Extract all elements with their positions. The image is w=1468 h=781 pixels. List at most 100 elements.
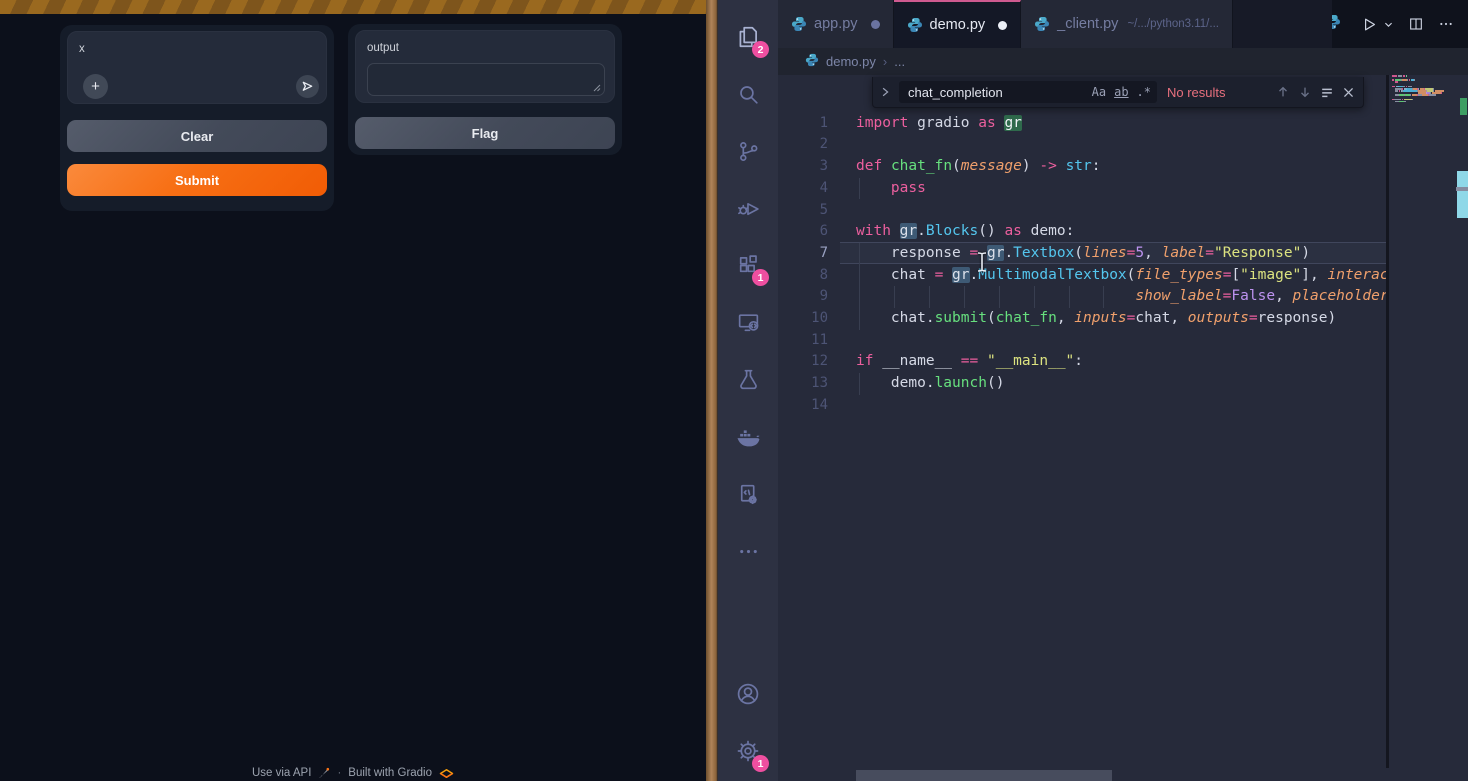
modified-dot-icon[interactable]: [871, 20, 880, 29]
minimap-line: [1392, 81, 1398, 83]
minimap-border: [1386, 75, 1389, 768]
split-editor-button[interactable]: [1408, 16, 1424, 32]
remote-explorer-icon: [736, 310, 761, 335]
tab-app.py[interactable]: app.py: [778, 0, 894, 48]
activity-item-docker[interactable]: [724, 413, 772, 461]
activity-item-files[interactable]: 2: [724, 13, 772, 61]
activity-bar: 2 1 1: [718, 0, 778, 781]
code-line[interactable]: response = gr.Textbox(lines=5, label="Re…: [856, 243, 1310, 265]
line-number: 4: [778, 178, 828, 200]
line-number: 5: [778, 200, 828, 222]
line-number: 14: [778, 395, 828, 417]
line-number: 2: [778, 134, 828, 156]
python-file-icon: [805, 53, 819, 70]
minimap[interactable]: [1390, 75, 1456, 768]
flag-button[interactable]: Flag: [355, 117, 615, 149]
breadcrumb-file[interactable]: demo.py: [826, 54, 876, 69]
clear-button[interactable]: Clear: [67, 120, 327, 152]
activity-item-search[interactable]: [724, 70, 772, 118]
line-number: 3: [778, 156, 828, 178]
find-input[interactable]: chat_completion Aa ab .*: [899, 81, 1157, 103]
chevron-down-icon: [1383, 19, 1394, 30]
resize-handle-icon[interactable]: [593, 84, 601, 92]
find-results-status: No results: [1167, 85, 1226, 100]
window-divider: [706, 0, 718, 781]
activity-item-source-control[interactable]: [724, 127, 772, 175]
badge: 2: [752, 41, 769, 58]
breadcrumb[interactable]: demo.py › ...: [778, 48, 1468, 75]
built-with-gradio-link[interactable]: Built with Gradio: [348, 767, 432, 779]
gradio-app-pane: x + Clear Submit output Flag Use via API…: [0, 0, 706, 781]
account-icon: [735, 681, 761, 707]
more-icon: [736, 539, 761, 564]
whole-word-toggle[interactable]: ab: [1114, 85, 1128, 99]
runner-settings-icon: [736, 482, 761, 507]
multimodal-textbox[interactable]: x +: [67, 31, 327, 104]
send-button[interactable]: [296, 75, 319, 98]
output-box: output: [355, 30, 615, 103]
find-next-button[interactable]: [1298, 85, 1312, 99]
testing-beaker-icon: [736, 367, 761, 392]
code-line[interactable]: with gr.Blocks() as demo:: [856, 221, 1074, 243]
attach-file-button[interactable]: +: [83, 74, 108, 99]
submit-button[interactable]: Submit: [67, 164, 327, 196]
send-arrow-icon: [301, 80, 314, 93]
code-line[interactable]: chat.submit(chat_fn, inputs=chat, output…: [856, 308, 1336, 330]
code-editor[interactable]: 1 import gradio as gr 23 def chat_fn(messag…: [778, 75, 1386, 768]
match-case-toggle[interactable]: Aa: [1092, 85, 1106, 99]
regex-toggle[interactable]: .*: [1137, 85, 1151, 99]
breadcrumb-chevron: ›: [883, 54, 887, 69]
code-line[interactable]: chat = gr.MultimodalTextbox(file_types=[…: [856, 265, 1386, 287]
api-icon: [318, 767, 330, 779]
use-via-api-link[interactable]: Use via API: [252, 767, 311, 779]
code-line[interactable]: if __name__ == "__main__":: [856, 351, 1083, 373]
find-query-text[interactable]: chat_completion: [908, 85, 1084, 100]
find-collapse-chevron[interactable]: [879, 86, 891, 98]
more-actions-button[interactable]: [1438, 16, 1454, 32]
activity-item-account[interactable]: [724, 670, 772, 718]
find-previous-button[interactable]: [1276, 85, 1290, 99]
activity-item-more[interactable]: [724, 527, 772, 575]
find-close-button[interactable]: [1342, 86, 1355, 99]
output-textarea[interactable]: [367, 63, 605, 96]
source-control-icon: [736, 139, 761, 164]
gradio-footer: Use via API · Built with Gradio: [0, 767, 706, 779]
minimap-line: [1392, 75, 1407, 77]
ruler-marker-green: [1460, 98, 1467, 115]
tab-label: demo.py: [930, 17, 986, 33]
overview-ruler: [1456, 75, 1468, 768]
horizontal-scrollbar-thumb[interactable]: [856, 770, 1112, 781]
modified-dot-icon[interactable]: [998, 21, 1007, 30]
breadcrumb-more[interactable]: ...: [894, 54, 905, 69]
minimap-line: [1392, 94, 1436, 96]
line-number: 6: [778, 221, 828, 243]
activity-item-runner-settings[interactable]: [724, 470, 772, 518]
tab-_client.py[interactable]: _client.py~/.../python3.11/...: [1021, 0, 1233, 48]
run-button[interactable]: [1361, 16, 1394, 33]
activity-item-testing-beaker[interactable]: [724, 355, 772, 403]
activity-item-remote-explorer[interactable]: [724, 298, 772, 346]
output-label: output: [367, 42, 399, 54]
line-number: 1: [778, 113, 828, 135]
python-file-icon: [791, 16, 807, 32]
search-icon: [736, 82, 761, 107]
activity-item-extensions[interactable]: 1: [724, 241, 772, 289]
gradio-input-group: x + Clear Submit: [60, 25, 334, 211]
code-line[interactable]: import gradio as gr: [856, 113, 1022, 135]
tab-demo.py[interactable]: demo.py: [894, 0, 1022, 48]
line-number: 10: [778, 308, 828, 330]
tab-label: app.py: [814, 16, 858, 32]
code-line[interactable]: def chat_fn(message) -> str:: [856, 156, 1101, 178]
hidden-tab-peek: [1332, 14, 1343, 34]
code-line[interactable]: pass: [856, 178, 926, 200]
badge: 1: [752, 755, 769, 772]
find-in-selection-button[interactable]: [1320, 85, 1334, 99]
activity-item-run-debug[interactable]: [724, 184, 772, 232]
editor-actions: [1332, 0, 1468, 48]
python-file-icon: [907, 17, 923, 33]
line-number: 12: [778, 351, 828, 373]
code-line[interactable]: show_label=False, placeholder=: [856, 286, 1386, 308]
activity-item-settings-gear[interactable]: 1: [724, 727, 772, 775]
plus-icon: +: [91, 79, 100, 94]
code-line[interactable]: demo.launch(): [856, 373, 1004, 395]
